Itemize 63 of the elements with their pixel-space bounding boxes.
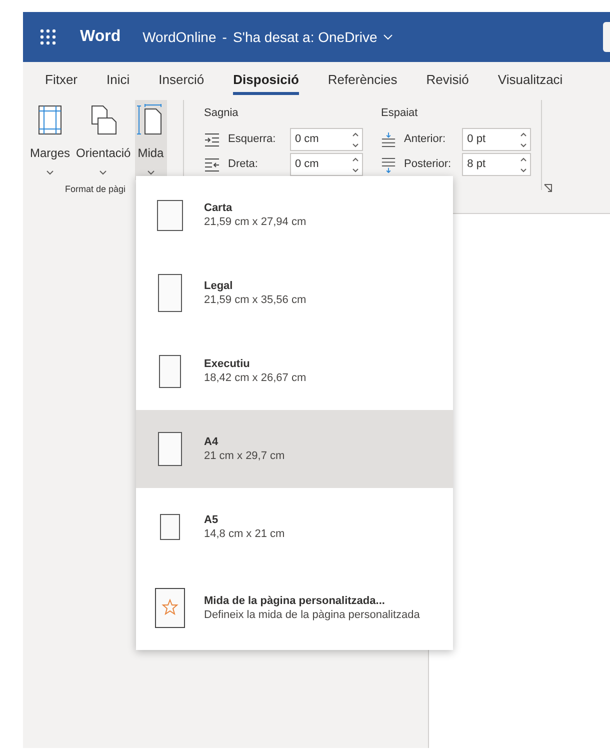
size-name: A5 (204, 513, 220, 527)
size-name: A4 (204, 435, 220, 449)
field-label: Posterior: (404, 157, 452, 172)
size-dimensions: 14,8 cm x 21 cm (204, 527, 285, 541)
before-spacing-icon (381, 132, 396, 148)
ribbon-tab[interactable]: Revisió (426, 62, 469, 97)
spin-field[interactable]: 8 pt (462, 153, 531, 176)
custom-size-icon (155, 588, 185, 628)
group-title: Sagnia (204, 106, 240, 121)
ribbon-tab[interactable]: Disposició (233, 62, 299, 97)
chevron-down-icon (99, 170, 108, 175)
size-dimensions: 21,59 cm x 27,94 cm (204, 215, 306, 229)
menu-item[interactable]: A5 14,8 cm x 21 cm (136, 488, 453, 566)
app-name[interactable]: Word (80, 25, 121, 49)
chevron-down-icon (46, 170, 54, 175)
page-icon (157, 200, 183, 230)
size-name: Carta (204, 201, 234, 215)
field-label: Anterior: (404, 132, 447, 148)
ribbon-tab[interactable]: Inserció (158, 62, 204, 97)
ribbon-tab[interactable]: Visualitzaci (498, 62, 563, 97)
page-icon (158, 274, 182, 312)
menu-item[interactable]: Carta 21,59 cm x 27,94 cm (136, 176, 453, 254)
spin-arrows-icon[interactable] (520, 157, 527, 173)
size-button[interactable]: Mida (134, 100, 167, 180)
orientation-icon (89, 104, 118, 136)
menu-item[interactable]: A4 21 cm x 29,7 cm (136, 410, 453, 488)
size-dimensions: 18,42 cm x 26,67 cm (204, 371, 306, 385)
margins-button[interactable]: Marges (28, 100, 72, 180)
ribbon-tab[interactable]: Referències (328, 62, 398, 97)
spin-arrows-icon[interactable] (352, 157, 359, 173)
size-name: Executiu (204, 357, 251, 371)
menu-item[interactable]: Mida de la pàgina personalitzada... Defineix la mida de la pàgina personalitzada (136, 566, 453, 650)
size-dimensions: Defineix la mida de la pàgina personalitzada (204, 608, 420, 622)
page-icon (160, 514, 180, 540)
spin-field[interactable]: 0 cm (290, 153, 363, 176)
orientation-button[interactable]: Orientació (74, 100, 133, 180)
field-label: Esquerra: (228, 132, 277, 148)
right-spacing-icon (204, 156, 220, 172)
spin-arrows-icon[interactable] (352, 132, 359, 148)
chevron-down-icon (146, 170, 155, 175)
spin-field[interactable]: 0 cm (290, 128, 363, 151)
dialog-launcher-icon[interactable] (544, 184, 552, 192)
size-dimensions: 21,59 cm x 35,56 cm (204, 293, 306, 307)
menu-item[interactable]: Executiu 18,42 cm x 26,67 cm (136, 332, 453, 410)
app-launcher-icon[interactable] (39, 28, 57, 46)
spin-field[interactable]: 0 pt (462, 128, 531, 151)
page-icon (158, 432, 182, 466)
chevron-down-icon (383, 34, 394, 40)
group-title: Espaiat (381, 106, 419, 121)
document-title-button[interactable]: WordOnline - S'ha desat a: OneDrive (142, 26, 394, 48)
ribbon-tab[interactable]: Fitxer (45, 62, 78, 97)
after-spacing-icon (381, 156, 396, 172)
menu-item[interactable]: Legal 21,59 cm x 35,56 cm (136, 254, 453, 332)
field-label: Dreta: (228, 157, 259, 172)
ribbon-tab[interactable]: Inici (106, 62, 130, 97)
size-name: Mida de la pàgina personalitzada... (204, 594, 386, 608)
size-name: Legal (204, 279, 234, 293)
left-spacing-icon (204, 132, 220, 148)
size-dimensions: 21 cm x 29,7 cm (204, 449, 285, 463)
spin-arrows-icon[interactable] (520, 132, 527, 148)
page-icon (159, 354, 181, 388)
margins-icon (36, 104, 64, 136)
group-label: Format de pàgi (65, 183, 126, 196)
